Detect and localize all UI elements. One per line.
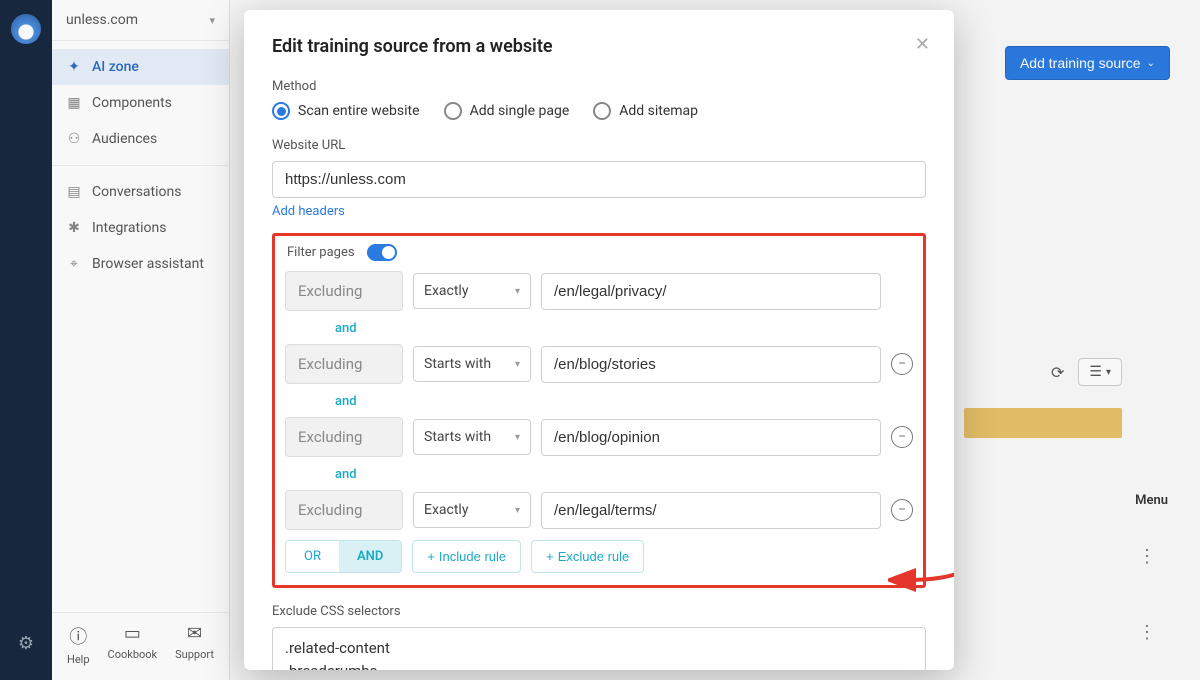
filter-rule: Excluding Starts with▾ − — [285, 344, 913, 384]
filter-rule: Excluding Starts with▾ − — [285, 417, 913, 457]
filter-rule: Excluding Exactly▾ — [285, 271, 913, 311]
rule-value-input[interactable] — [541, 492, 881, 529]
rule-match-select[interactable]: Starts with▾ — [413, 346, 531, 382]
rule-mode: Excluding — [285, 490, 403, 530]
rule-join: and — [285, 390, 913, 417]
radio-icon — [593, 102, 611, 120]
chevron-down-icon: ▾ — [515, 505, 520, 516]
remove-rule-icon[interactable]: − — [891, 353, 913, 375]
rule-value-input[interactable] — [541, 273, 881, 310]
modal-title: Edit training source from a website — [272, 36, 926, 57]
rule-join: and — [285, 463, 913, 490]
logic-and-button[interactable]: AND — [339, 541, 401, 572]
website-url-input[interactable] — [272, 161, 926, 198]
url-label: Website URL — [272, 138, 926, 153]
filter-rule: Excluding Exactly▾ − — [285, 490, 913, 530]
chevron-down-icon: ▾ — [515, 359, 520, 370]
method-label: Method — [272, 79, 926, 94]
rule-match-select[interactable]: Exactly▾ — [413, 273, 531, 309]
css-selectors-input[interactable]: .related-content .breadcrumbs .cta-secti… — [272, 627, 926, 670]
filter-pages-label: Filter pages — [287, 245, 355, 260]
edit-training-source-modal: ✕ Edit training source from a website Me… — [244, 10, 954, 670]
rule-mode: Excluding — [285, 344, 403, 384]
rule-join: and — [285, 317, 913, 344]
rule-match-select[interactable]: Exactly▾ — [413, 492, 531, 528]
include-rule-button[interactable]: + Include rule — [412, 540, 521, 573]
method-sitemap-radio[interactable]: Add sitemap — [593, 102, 698, 120]
radio-icon — [272, 102, 290, 120]
chevron-down-icon: ▾ — [515, 286, 520, 297]
rule-value-input[interactable] — [541, 419, 881, 456]
radio-icon — [444, 102, 462, 120]
chevron-down-icon: ▾ — [515, 432, 520, 443]
rule-mode: Excluding — [285, 271, 403, 311]
css-selectors-label: Exclude CSS selectors — [272, 604, 926, 619]
close-icon[interactable]: ✕ — [915, 34, 930, 55]
method-single-radio[interactable]: Add single page — [444, 102, 570, 120]
exclude-rule-button[interactable]: + Exclude rule — [531, 540, 644, 573]
method-scan-radio[interactable]: Scan entire website — [272, 102, 420, 120]
remove-rule-icon[interactable]: − — [891, 499, 913, 521]
rule-mode: Excluding — [285, 417, 403, 457]
logic-or-button[interactable]: OR — [286, 541, 339, 572]
logic-segmented: OR AND — [285, 540, 402, 573]
rule-value-input[interactable] — [541, 346, 881, 383]
rule-match-select[interactable]: Starts with▾ — [413, 419, 531, 455]
remove-rule-icon[interactable]: − — [891, 426, 913, 448]
filter-pages-toggle[interactable] — [367, 244, 397, 261]
add-headers-link[interactable]: Add headers — [272, 204, 345, 219]
